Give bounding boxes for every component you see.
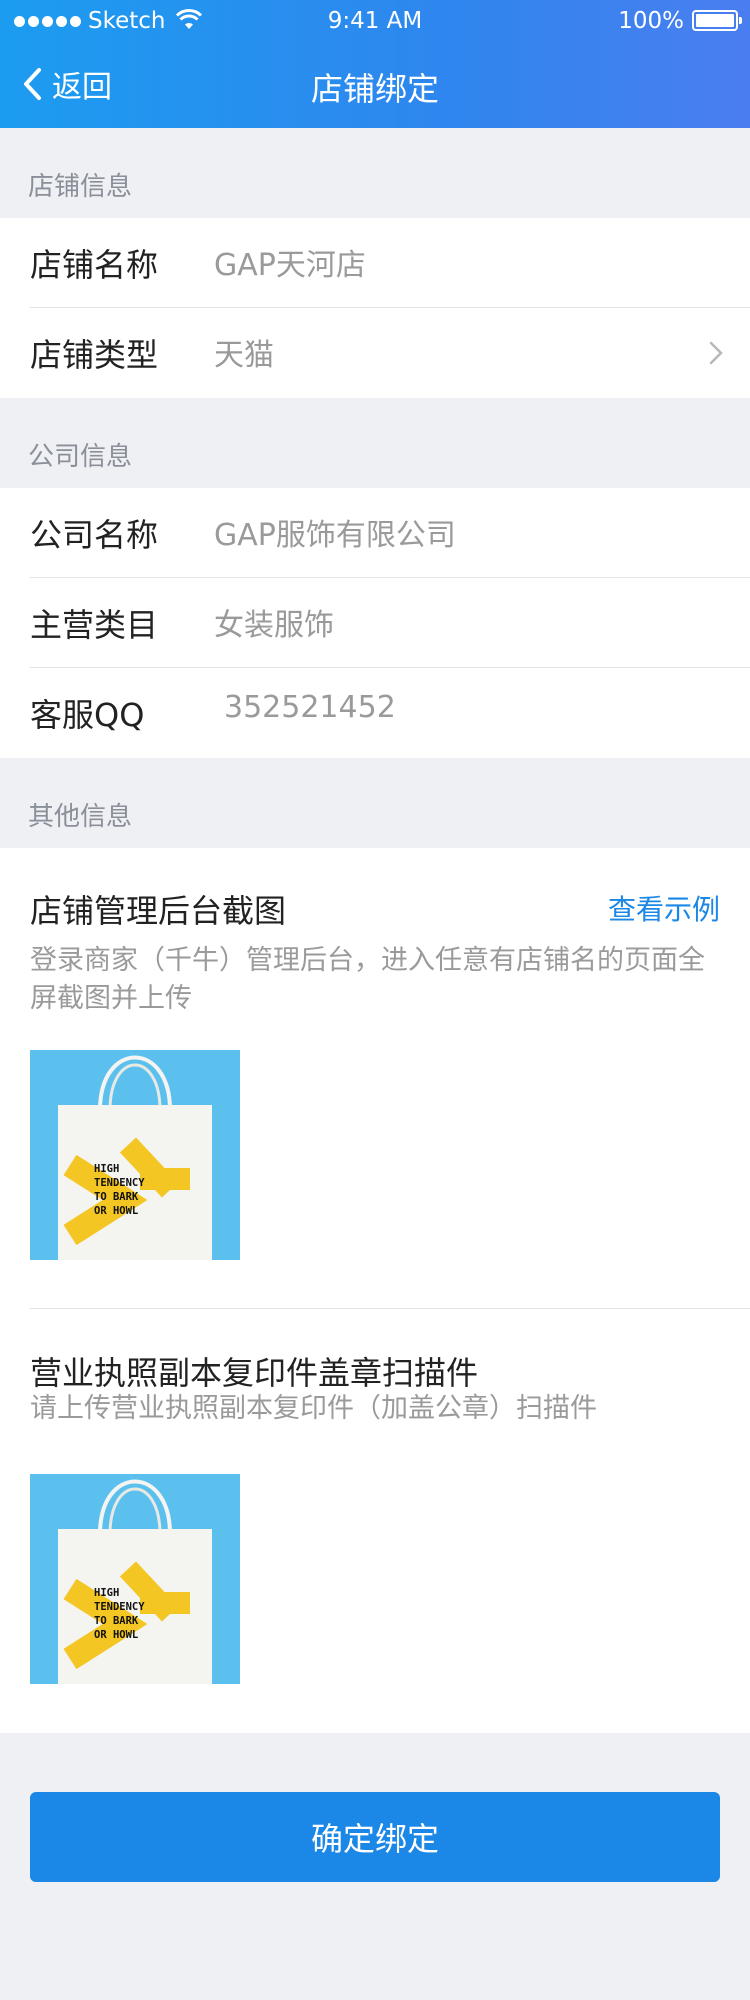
service-qq-label: 客服QQ (30, 696, 145, 734)
main-category-row[interactable]: 主营类目 女装服饰 (0, 578, 750, 668)
view-example-link[interactable]: 查看示例 (608, 888, 720, 928)
app-header: Sketch 9:41 AM 100% 返回 店铺绑定 (0, 0, 750, 128)
store-info-card: 店铺名称 GAP天河店 店铺类型 天猫 (0, 218, 750, 398)
section-title-company: 公司信息 (28, 442, 133, 472)
store-type-row[interactable]: 店铺类型 天猫 (0, 308, 750, 398)
page-title: 店铺绑定 (310, 70, 439, 108)
store-type-label: 店铺类型 (30, 336, 159, 374)
company-name-field[interactable]: GAP服饰有限公司 (214, 510, 674, 554)
store-name-row[interactable]: 店铺名称 GAP天河店 (0, 218, 750, 308)
tote-bag-image: HIGH TENDENCY TO BARK OR HOWL (30, 1474, 240, 1684)
section-title-other: 其他信息 (28, 802, 133, 832)
chevron-right-icon (709, 341, 723, 365)
battery-percent: 100% (618, 8, 684, 34)
business-license-image[interactable]: HIGH TENDENCY TO BARK OR HOWL (30, 1474, 240, 1684)
section-title-store: 店铺信息 (28, 172, 133, 202)
upload-desc-backend-screenshot: 登录商家（千牛）管理后台，进入任意有店铺名的页面全屏截图并上传 (30, 945, 705, 1014)
service-qq-row[interactable]: 客服QQ 352521452 (0, 668, 750, 758)
tote-bag-image: HIGH TENDENCY TO BARK OR HOWL (30, 1050, 240, 1260)
backend-screenshot-image[interactable]: HIGH TENDENCY TO BARK OR HOWL (30, 1050, 240, 1260)
main-category-field[interactable]: 女装服饰 (214, 600, 674, 644)
upload-desc-business-license: 请上传营业执照副本复印件（加盖公章）扫描件 (30, 1393, 597, 1424)
company-name-label: 公司名称 (30, 516, 159, 554)
other-info-card: 店铺管理后台截图 查看示例 登录商家（千牛）管理后台，进入任意有店铺名的页面全屏… (0, 848, 750, 1733)
store-type-select[interactable]: 天猫 (214, 330, 674, 374)
divider (30, 1308, 750, 1309)
store-name-field[interactable]: GAP天河店 (214, 240, 674, 284)
main-category-label: 主营类目 (30, 606, 159, 644)
status-bar: Sketch 9:41 AM 100% (0, 0, 750, 44)
company-info-card: 公司名称 GAP服饰有限公司 主营类目 女装服饰 客服QQ 352521452 (0, 488, 750, 758)
battery-icon (692, 10, 742, 31)
upload-title-backend-screenshot: 店铺管理后台截图 (30, 892, 287, 930)
service-qq-field[interactable]: 352521452 (224, 690, 684, 725)
confirm-bind-button[interactable]: 确定绑定 (30, 1792, 720, 1882)
upload-title-business-license: 营业执照副本复印件盖章扫描件 (30, 1354, 479, 1392)
store-name-label: 店铺名称 (30, 246, 159, 284)
company-name-row[interactable]: 公司名称 GAP服饰有限公司 (0, 488, 750, 578)
